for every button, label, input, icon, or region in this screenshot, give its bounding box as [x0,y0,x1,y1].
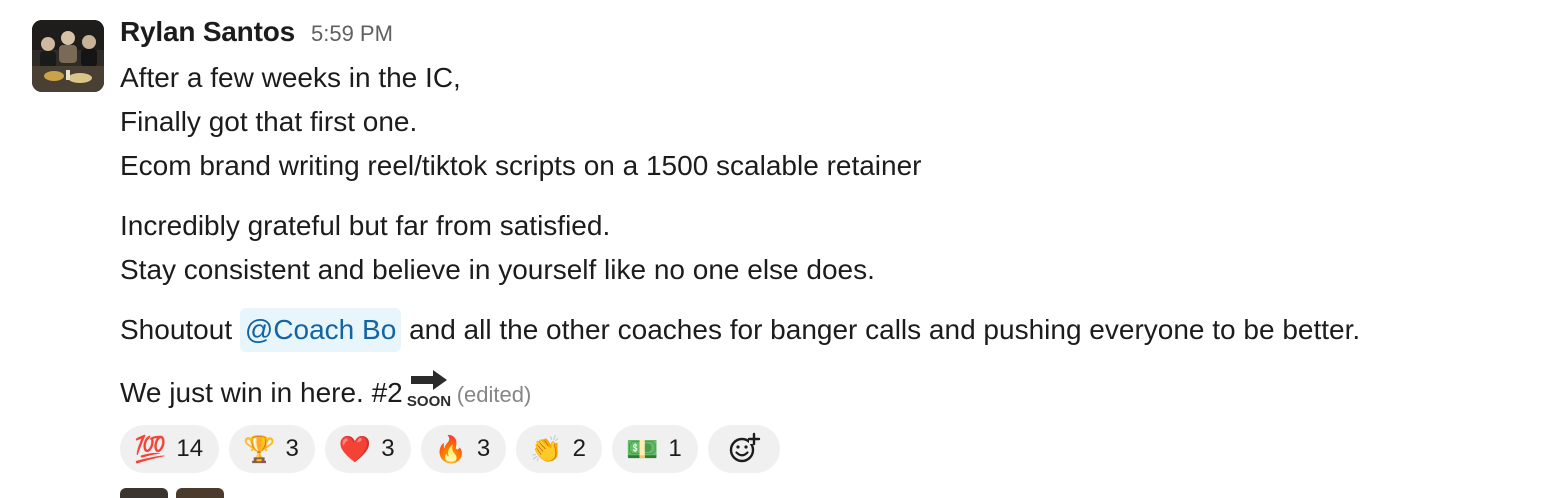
add-reaction-icon [729,432,760,463]
fire-icon: 🔥 [434,434,467,464]
reaction-count: 2 [572,435,587,462]
add-reaction-button[interactable] [707,425,780,473]
soon-text: SOON [407,393,451,408]
message-header: Rylan Santos 5:59 PM [120,16,1540,56]
message-line: Stay consistent and believe in yourself … [120,254,875,285]
message-content: Rylan Santos 5:59 PM After a few weeks i… [120,16,1540,473]
money-icon: 💵 [626,434,659,464]
last-line: We just win in here. #2 SOON (edited) [120,368,1540,417]
message-line: Finally got that first one. [120,106,418,137]
edited-label: (edited) [456,382,532,407]
reaction-count: 3 [381,435,395,462]
red-heart-icon: ❤️ [338,434,372,464]
reaction-fire[interactable]: 🔥 3 [420,425,507,473]
author-name[interactable]: Rylan Santos [120,16,295,48]
timestamp[interactable]: 5:59 PM [311,21,393,47]
message-line: Incredibly grateful but far from satisfi… [120,210,611,241]
last-line-text: We just win in here. #2 [120,377,403,408]
reaction-clapping-hands[interactable]: 👏 2 [516,425,603,473]
reaction-count: 3 [285,435,299,462]
participant-avatar [120,488,168,498]
soon-arrow-icon: SOON [407,368,451,408]
reactions-bar: 💯 14 🏆 3 ❤️ 3 🔥 3 👏 2 💵 1 [120,425,1540,473]
trophy-icon: 🏆 [243,434,276,464]
thread-participants[interactable] [120,488,224,498]
reaction-money[interactable]: 💵 1 [612,425,698,473]
avatar[interactable] [32,20,104,92]
message-line: Ecom brand writing reel/tiktok scripts o… [120,150,922,181]
user-mention[interactable]: @Coach Bo [239,308,402,352]
participant-avatar [176,488,224,498]
avatar-photo [32,20,104,92]
message: Rylan Santos 5:59 PM After a few weeks i… [0,0,1566,498]
clapping-hands-icon: 👏 [530,434,563,464]
reaction-count: 1 [668,435,682,462]
reaction-count: 3 [476,435,491,462]
reaction-hundred-points[interactable]: 💯 14 [120,425,220,473]
reaction-count: 14 [176,435,204,462]
shoutout-prefix: Shoutout [120,314,233,345]
shoutout-suffix: and all the other coaches for banger cal… [409,314,1361,345]
message-line: After a few weeks in the IC, [120,62,461,93]
reaction-red-heart[interactable]: ❤️ 3 [324,425,411,473]
shoutout-line: Shoutout @Coach Bo and all the other coa… [120,308,1540,352]
reaction-trophy[interactable]: 🏆 3 [229,425,315,473]
hundred-points-icon: 💯 [134,434,167,464]
